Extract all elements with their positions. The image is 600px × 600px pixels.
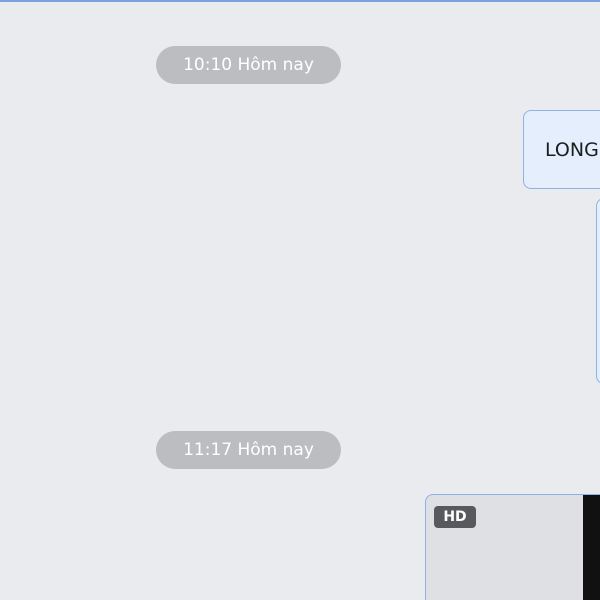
timestamp-chip: 10:10 Hôm nay [156, 46, 341, 84]
pane-top-border [0, 0, 600, 2]
sent-media-message[interactable]: HD [425, 494, 600, 600]
timestamp-chip: 11:17 Hôm nay [156, 431, 341, 469]
message-text: LONG [545, 139, 599, 161]
hd-badge: HD [434, 506, 476, 528]
sent-message-bubble[interactable] [596, 198, 600, 384]
sent-text-message-bubble[interactable]: LONG [523, 110, 600, 189]
media-thumbnail [583, 495, 600, 600]
chat-message-pane[interactable]: 10:10 Hôm nay LONG 11:17 Hôm nay HD [0, 0, 600, 600]
